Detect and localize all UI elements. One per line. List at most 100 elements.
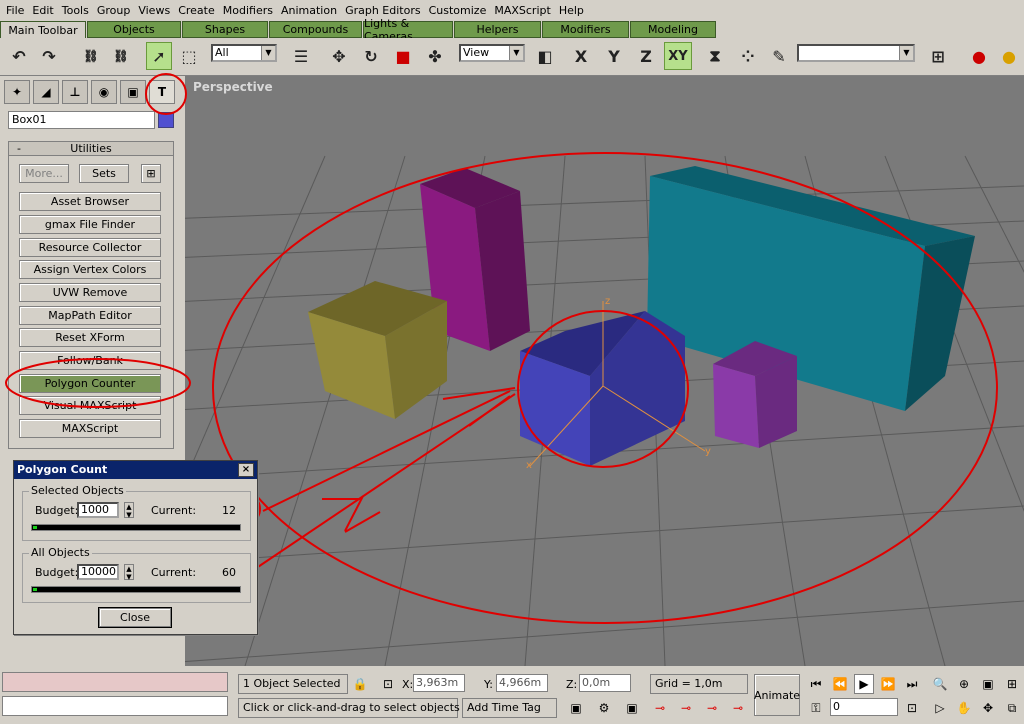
- object-color-swatch[interactable]: [158, 112, 174, 128]
- select-object-icon[interactable]: ➚: [146, 42, 172, 70]
- z-coordinate[interactable]: 0,0m: [579, 674, 631, 692]
- all-budget-spinner[interactable]: ▲ ▼: [124, 564, 134, 581]
- ref-coord-dropdown[interactable]: View ▼: [459, 44, 525, 62]
- eraser-icon[interactable]: ✎: [766, 42, 792, 70]
- polygon-counter-button[interactable]: Polygon Counter: [19, 374, 161, 393]
- menu-animation[interactable]: Animation: [277, 4, 341, 17]
- scale-icon[interactable]: ■: [390, 42, 416, 70]
- hierarchy-panel-icon[interactable]: ⊥: [62, 80, 88, 104]
- maxscript-button[interactable]: MAXScript: [19, 419, 161, 438]
- prev-frame-icon[interactable]: ⏪: [830, 674, 850, 694]
- close-icon[interactable]: ×: [238, 463, 254, 477]
- menu-modifiers[interactable]: Modifiers: [219, 4, 277, 17]
- axis-y-button[interactable]: Y: [601, 42, 627, 70]
- gmax-file-finder-button[interactable]: gmax File Finder: [19, 215, 161, 234]
- squash-icon[interactable]: ✤: [422, 42, 448, 70]
- follow-bank-button[interactable]: Follow/Bank: [19, 351, 161, 370]
- perspective-viewport[interactable]: z y x Perspective: [185, 76, 1024, 666]
- y-coordinate[interactable]: 4,966m: [496, 674, 548, 692]
- menu-maxscript[interactable]: MAXScript: [490, 4, 554, 17]
- angle-snap-icon[interactable]: ⊸: [676, 698, 696, 718]
- tab-objects[interactable]: Objects: [87, 21, 181, 38]
- time-config-icon[interactable]: ⊡: [902, 698, 922, 718]
- all-budget-input[interactable]: 10000: [77, 564, 119, 580]
- motion-panel-icon[interactable]: ◉: [91, 80, 117, 104]
- mappath-editor-button[interactable]: MapPath Editor: [19, 306, 161, 325]
- lock-selection-icon[interactable]: ⚙: [594, 698, 614, 718]
- menu-tools[interactable]: Tools: [58, 4, 93, 17]
- tab-main-toolbar[interactable]: Main Toolbar: [0, 21, 86, 38]
- zoom-icon[interactable]: 🔍: [930, 674, 950, 694]
- more-button[interactable]: More...: [19, 164, 69, 183]
- key-mode-icon[interactable]: ⚿: [806, 698, 826, 718]
- assign-vertex-colors-button[interactable]: Assign Vertex Colors: [19, 260, 161, 279]
- modify-panel-icon[interactable]: ◢: [33, 80, 59, 104]
- snap-3d-icon[interactable]: ⊸: [650, 698, 670, 718]
- region-select-icon[interactable]: ⬚: [176, 42, 202, 70]
- selection-filter-dropdown[interactable]: All ▼: [211, 44, 277, 62]
- percent-snap-icon[interactable]: ⊸: [702, 698, 722, 718]
- utilities-rollout-header[interactable]: - Utilities: [9, 142, 173, 156]
- select-by-name-icon[interactable]: ☰: [288, 42, 314, 70]
- pan-icon[interactable]: ✋: [954, 698, 974, 718]
- spinner-snap-icon[interactable]: ⊸: [728, 698, 748, 718]
- goto-end-icon[interactable]: ⏭: [902, 674, 922, 694]
- create-panel-icon[interactable]: ✦: [4, 80, 30, 104]
- cube-icon[interactable]: ▣: [566, 698, 586, 718]
- render-scene-icon[interactable]: ●: [966, 42, 992, 70]
- current-frame-field[interactable]: 0: [830, 698, 898, 716]
- close-button[interactable]: Close: [99, 608, 171, 627]
- listener-input[interactable]: [2, 696, 228, 716]
- menu-customize[interactable]: Customize: [425, 4, 491, 17]
- uvw-remove-button[interactable]: UVW Remove: [19, 283, 161, 302]
- goto-start-icon[interactable]: ⏮: [806, 674, 826, 694]
- menu-file[interactable]: File: [2, 4, 28, 17]
- zoom-extents-all-icon[interactable]: ⊞: [1002, 674, 1022, 694]
- pivot-center-icon[interactable]: ◧: [532, 42, 558, 70]
- rotate-icon[interactable]: ↻: [358, 42, 384, 70]
- absolute-mode-icon[interactable]: ⊡: [378, 674, 398, 694]
- add-time-tag-button[interactable]: Add Time Tag: [462, 698, 557, 718]
- display-panel-icon[interactable]: ▣: [120, 80, 146, 104]
- mirror-icon[interactable]: ⧗: [702, 42, 728, 70]
- play-icon[interactable]: ▶: [854, 674, 874, 694]
- material-editor-icon[interactable]: ●: [996, 42, 1022, 70]
- menu-create[interactable]: Create: [174, 4, 219, 17]
- x-coordinate[interactable]: 3,963m: [413, 674, 465, 692]
- menu-group[interactable]: Group: [93, 4, 135, 17]
- utilities-panel-icon[interactable]: T: [149, 80, 175, 104]
- zoom-extents-icon[interactable]: ▣: [978, 674, 998, 694]
- array-icon[interactable]: ⁘: [735, 42, 761, 70]
- zoom-all-icon[interactable]: ⊕: [954, 674, 974, 694]
- fov-icon[interactable]: ▷: [930, 698, 950, 718]
- unlink-icon[interactable]: ⛓: [108, 42, 134, 70]
- tab-helpers[interactable]: Helpers: [454, 21, 541, 38]
- menu-views[interactable]: Views: [134, 4, 174, 17]
- sets-button[interactable]: Sets: [79, 164, 129, 183]
- link-icon[interactable]: ⛓: [78, 42, 104, 70]
- tab-modeling[interactable]: Modeling: [630, 21, 716, 38]
- schematic-view-icon[interactable]: ⊞: [925, 42, 951, 70]
- viewport-label[interactable]: Perspective: [193, 80, 273, 94]
- selected-budget-spinner[interactable]: ▲ ▼: [124, 502, 134, 519]
- redo-icon[interactable]: ↷: [36, 42, 62, 70]
- move-icon[interactable]: ✥: [326, 42, 352, 70]
- configure-sets-icon[interactable]: ⊞: [141, 164, 161, 183]
- tab-lights-cameras[interactable]: Lights & Cameras: [363, 17, 453, 43]
- menu-help[interactable]: Help: [555, 4, 588, 17]
- reset-xform-button[interactable]: Reset XForm: [19, 328, 161, 347]
- axis-z-button[interactable]: Z: [633, 42, 659, 70]
- axis-x-button[interactable]: X: [568, 42, 594, 70]
- arc-rotate-icon[interactable]: ✥: [978, 698, 998, 718]
- lock-icon[interactable]: 🔒: [350, 674, 370, 694]
- object-name-field[interactable]: Box01: [8, 111, 155, 129]
- min-max-toggle-icon[interactable]: ⧉: [1002, 698, 1022, 718]
- tab-compounds[interactable]: Compounds: [269, 21, 362, 38]
- box-icon[interactable]: ▣: [622, 698, 642, 718]
- undo-icon[interactable]: ↶: [6, 42, 32, 70]
- asset-browser-button[interactable]: Asset Browser: [19, 192, 161, 211]
- animate-button[interactable]: Animate: [754, 674, 800, 716]
- listener-mini[interactable]: [2, 672, 228, 692]
- menu-edit[interactable]: Edit: [28, 4, 57, 17]
- named-selection-dropdown[interactable]: ▼: [797, 44, 915, 62]
